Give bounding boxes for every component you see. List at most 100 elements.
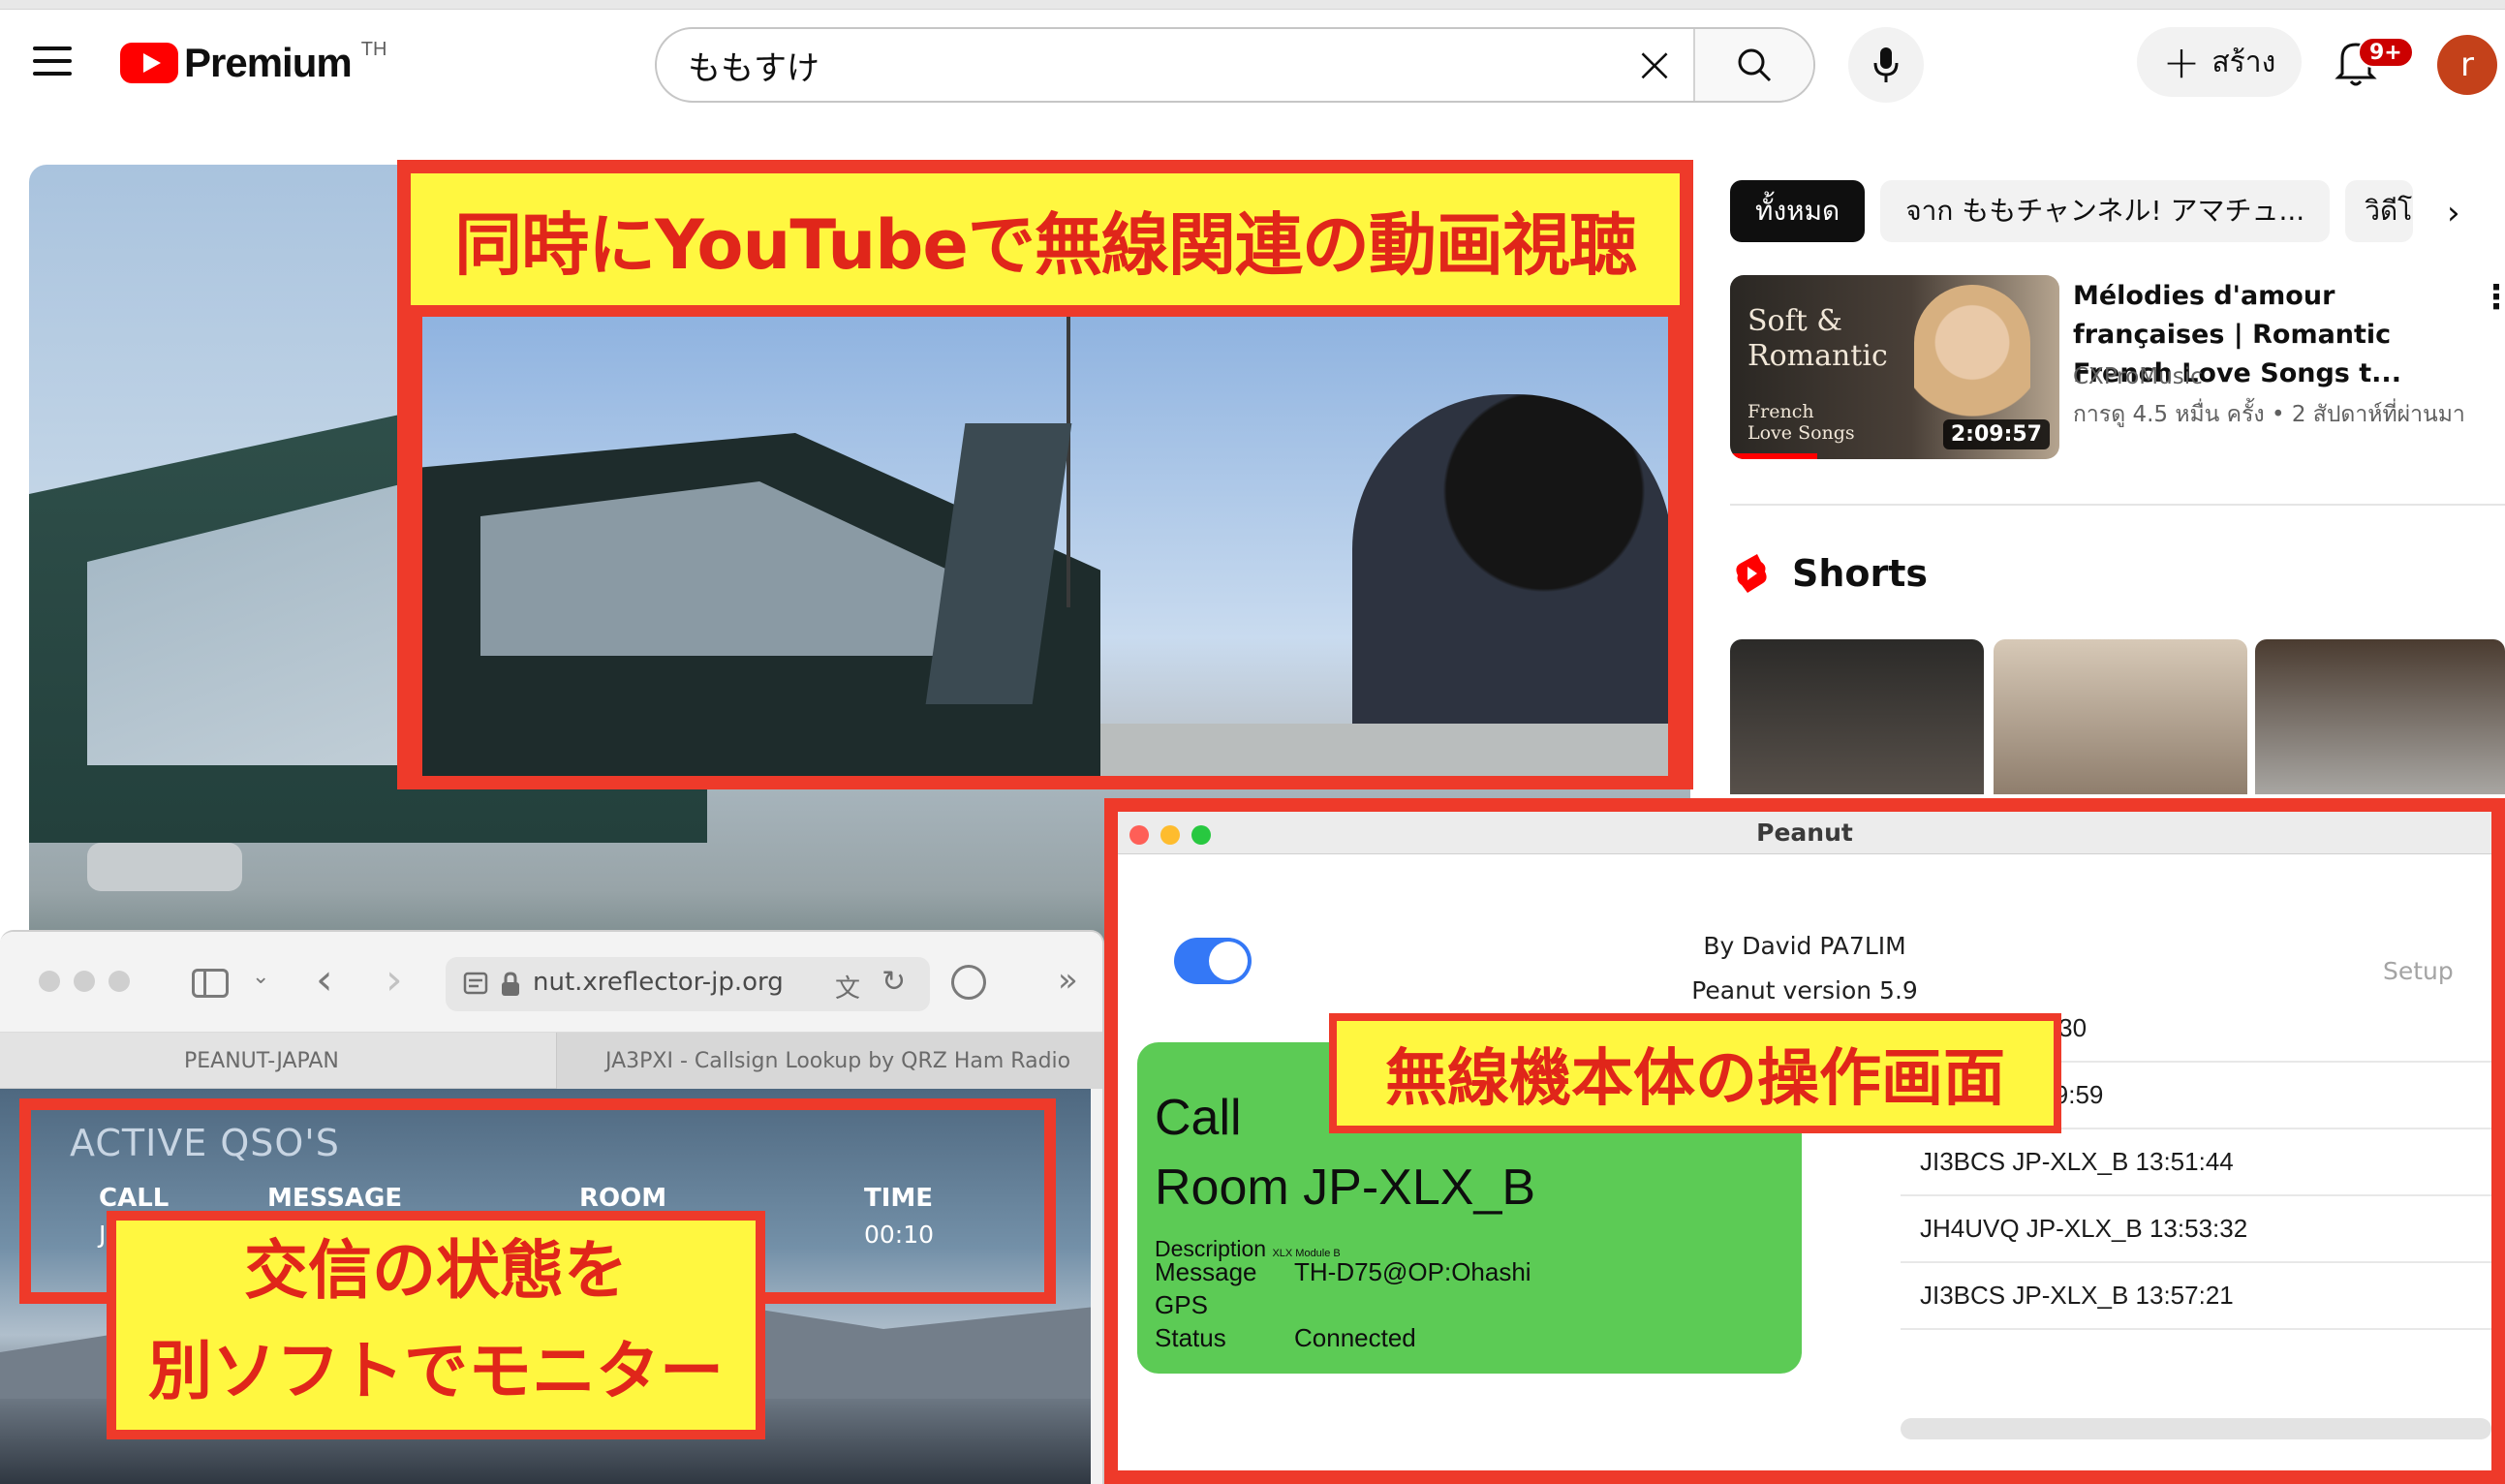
brand-label: Premium bbox=[184, 40, 353, 85]
section-divider bbox=[1730, 504, 2505, 506]
close-window-button[interactable] bbox=[1129, 825, 1149, 845]
row-key: Status bbox=[1155, 1323, 1226, 1352]
list-item[interactable]: JI3BCS JP-XLX_B 13:51:44 bbox=[1901, 1129, 2491, 1196]
address-bar[interactable]: nut.xreflector-jp.org 文 ↻ bbox=[446, 957, 930, 1011]
tab-label: PEANUT-JAPAN bbox=[184, 1048, 339, 1073]
clear-search-icon[interactable]: × bbox=[1616, 29, 1693, 101]
qso-row-time: 00:10 bbox=[864, 1221, 935, 1249]
card-row-gps: GPS bbox=[1155, 1290, 1294, 1320]
search-box: ももすけ × bbox=[655, 27, 1815, 103]
xreflector-page: ACTIVE QSO'S CALL MESSAGE ROOM TIME J 00… bbox=[0, 1089, 1102, 1484]
create-label: สร้าง bbox=[2211, 45, 2276, 79]
recommended-video-thumbnail[interactable]: Soft & Romantic French Love Songs 2:09:5… bbox=[1730, 275, 2059, 459]
call-label: Call bbox=[1155, 1090, 1242, 1146]
account-avatar[interactable]: r bbox=[2437, 35, 2497, 95]
card-row-message: Message TH-D75@OP:Ohashi bbox=[1155, 1257, 1531, 1287]
safari-toolbar: ⌄ ‹ › nut.xreflector-jp.org 文 ↻ » bbox=[0, 932, 1102, 1033]
row-key: Message bbox=[1155, 1257, 1257, 1286]
safari-tab-bar: PEANUT-JAPAN JA3PXI - Callsign Lookup by… bbox=[0, 1033, 1102, 1089]
sidebar-toggle-icon[interactable] bbox=[192, 969, 229, 998]
building-row-shape bbox=[1100, 724, 1668, 776]
lock-icon bbox=[502, 972, 519, 996]
safari-annotation-label: 交信の状態を 別ソフトでモニター bbox=[107, 1211, 765, 1439]
chip-from-channel[interactable]: จาก ももチャンネル! アマチュ... bbox=[1880, 180, 2331, 242]
chip-videos[interactable]: วิดีโอ bbox=[2345, 180, 2414, 242]
annotation-line-1: 交信の状態を bbox=[244, 1233, 628, 1308]
page-menu-icon[interactable] bbox=[463, 971, 488, 996]
short-thumbnail[interactable] bbox=[1994, 639, 2247, 794]
shorts-section-title: Shorts bbox=[1792, 552, 1929, 595]
voice-search-button[interactable] bbox=[1848, 27, 1924, 103]
card-row-status: Status Connected bbox=[1155, 1323, 1416, 1353]
active-qso-title: ACTIVE QSO'S bbox=[70, 1122, 340, 1164]
forward-arrow-icon[interactable]: › bbox=[386, 955, 403, 1005]
video-duration: 2:09:57 bbox=[1942, 419, 2050, 449]
zoom-window-button[interactable] bbox=[108, 971, 130, 992]
peanut-titlebar: Peanut bbox=[1118, 812, 2491, 854]
chevron-down-icon[interactable]: ⌄ bbox=[252, 965, 269, 989]
list-item[interactable]: JI3BCS JP-XLX_B 13:57:21 bbox=[1901, 1263, 2491, 1330]
country-code: TH bbox=[360, 39, 387, 60]
column-header-call: CALL bbox=[99, 1184, 170, 1213]
recommended-channel-name[interactable]: CXProMusic bbox=[2073, 364, 2203, 389]
youtube-premium-logo[interactable]: Premium TH bbox=[120, 39, 387, 87]
vertical-scrollbar[interactable] bbox=[1091, 1089, 1102, 1484]
antenna-shape bbox=[1067, 317, 1070, 607]
minimize-window-button[interactable] bbox=[1160, 825, 1180, 845]
column-header-time: TIME bbox=[864, 1184, 934, 1213]
create-button[interactable]: + สร้าง bbox=[2137, 27, 2302, 97]
peanut-app-window: Peanut By David PA7LIM Peanut version 5.… bbox=[1104, 798, 2505, 1484]
tab-qrz-lookup[interactable]: JA3PXI - Callsign Lookup by QRZ Ham Radi… bbox=[556, 1033, 1102, 1089]
door-handle-shape bbox=[87, 843, 242, 891]
search-button[interactable] bbox=[1693, 29, 1813, 101]
peanut-author: By David PA7LIM bbox=[1703, 932, 1906, 960]
shorts-icon bbox=[1736, 554, 1767, 593]
hamburger-menu-icon[interactable] bbox=[33, 46, 72, 77]
row-value: TH-D75@OP:Ohashi bbox=[1294, 1257, 1531, 1286]
row-value: Connected bbox=[1294, 1323, 1416, 1352]
short-thumbnail[interactable] bbox=[1730, 639, 1984, 794]
tab-label: JA3PXI - Callsign Lookup by QRZ Ham Radi… bbox=[605, 1048, 1071, 1073]
connection-toggle[interactable] bbox=[1174, 938, 1252, 984]
thumb-subtitle: French Love Songs bbox=[1747, 401, 1855, 444]
filter-chips: ทั้งหมด จาก ももチャンネル! アマチュ... วิดีโอ bbox=[1730, 180, 2414, 242]
room-label: Room JP-XLX_B bbox=[1155, 1159, 1536, 1216]
chips-next-chevron-icon[interactable]: › bbox=[2447, 194, 2460, 232]
thumb-title: Soft & Romantic bbox=[1747, 304, 1888, 373]
annotation-video-frame: 同時にYouTubeで無線関連の動画視聴 bbox=[397, 160, 1693, 789]
column-header-message: MESSAGE bbox=[267, 1184, 403, 1213]
watch-progress-bar bbox=[1730, 453, 1817, 459]
back-arrow-icon[interactable]: ‹ bbox=[316, 955, 333, 1005]
reload-icon[interactable]: ↻ bbox=[881, 965, 906, 999]
annotation-line-2: 別ソフトでモニター bbox=[148, 1334, 724, 1408]
column-header-room: ROOM bbox=[579, 1184, 667, 1213]
tab-peanut-japan[interactable]: PEANUT-JAPAN bbox=[184, 1033, 339, 1089]
search-icon bbox=[1738, 48, 1772, 82]
youtube-play-icon bbox=[120, 43, 178, 83]
plus-icon: + bbox=[2162, 36, 2201, 88]
video-overlay-title: 同時にYouTubeで無線関連の動画視聴 bbox=[411, 173, 1680, 305]
row-key: GPS bbox=[1155, 1290, 1208, 1319]
recommended-video-meta: การดู 4.5 หมื่น ครั้ง • 2 สัปดาห์ที่ผ่าน… bbox=[2073, 402, 2465, 427]
embedded-video-frame bbox=[422, 317, 1668, 776]
more-options-icon[interactable]: ⋮ bbox=[2480, 281, 2505, 314]
qso-row-call: J bbox=[99, 1221, 107, 1249]
translate-icon[interactable]: 文 bbox=[835, 969, 860, 1005]
person-shape bbox=[1352, 394, 1668, 776]
close-window-button[interactable] bbox=[39, 971, 60, 992]
zoom-window-button[interactable] bbox=[1191, 825, 1211, 845]
toolbar-overflow-icon[interactable]: » bbox=[1058, 961, 1078, 1000]
horizontal-scrollbar[interactable] bbox=[1901, 1418, 2491, 1439]
short-thumbnail[interactable] bbox=[2255, 639, 2505, 794]
minimize-window-button[interactable] bbox=[74, 971, 95, 992]
safari-window: ⌄ ‹ › nut.xreflector-jp.org 文 ↻ » PEANUT… bbox=[0, 930, 1104, 1484]
microphone-icon bbox=[1873, 47, 1899, 82]
browser-top-strip bbox=[0, 0, 2505, 10]
search-input[interactable]: ももすけ bbox=[657, 29, 1616, 101]
url-text[interactable]: nut.xreflector-jp.org bbox=[533, 968, 784, 997]
chip-all[interactable]: ทั้งหมด bbox=[1730, 180, 1866, 242]
setup-button[interactable]: Setup bbox=[2383, 957, 2454, 985]
downloads-icon[interactable] bbox=[951, 965, 986, 1000]
peanut-annotation-label: 無線機本体の操作画面 bbox=[1329, 1013, 2061, 1133]
list-item[interactable]: JH4UVQ JP-XLX_B 13:53:32 bbox=[1901, 1196, 2491, 1263]
